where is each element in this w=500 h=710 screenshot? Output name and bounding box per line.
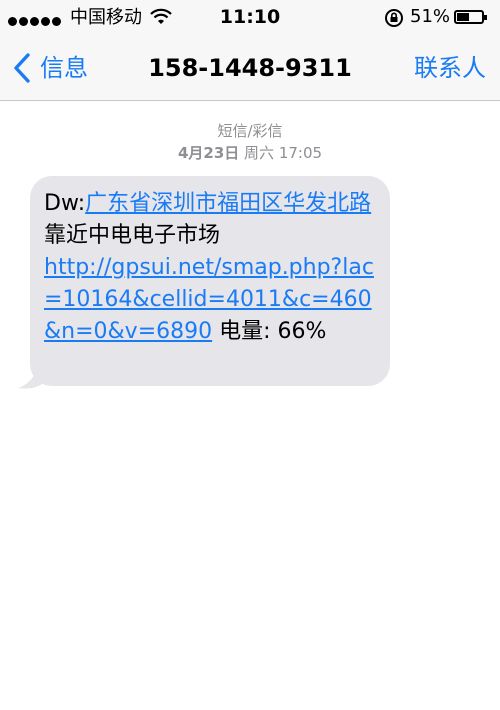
battery-icon bbox=[454, 10, 487, 24]
message-timestamp: 4月23日 周六 17:05 bbox=[0, 142, 500, 163]
message-weekday-time: 周六 17:05 bbox=[244, 144, 323, 162]
message-battery-text: 电量: 66% bbox=[212, 319, 327, 344]
message-bubble[interactable]: Dw:广东省深圳市福田区华发北路靠近中电电子市场 http://gpsui.ne… bbox=[30, 176, 390, 386]
rotation-lock-icon bbox=[385, 9, 403, 27]
sms-screen: 中国移动 11:10 51% 信息 158-1448-9311 联系人 短信/彩 bbox=[0, 0, 500, 710]
message-prefix: Dw: bbox=[44, 191, 86, 216]
message-date: 4月23日 bbox=[177, 144, 240, 162]
message-location-text: 靠近中电电子市场 bbox=[44, 223, 221, 248]
battery-percent: 51% bbox=[410, 6, 451, 27]
status-bar: 中国移动 11:10 51% bbox=[0, 0, 500, 36]
contact-button[interactable]: 联系人 bbox=[414, 52, 486, 84]
address-link[interactable]: 广东省深圳市福田区华发北路 bbox=[85, 191, 371, 216]
message-type-label: 短信/彩信 bbox=[217, 122, 283, 140]
navigation-bar: 信息 158-1448-9311 联系人 bbox=[0, 36, 500, 101]
